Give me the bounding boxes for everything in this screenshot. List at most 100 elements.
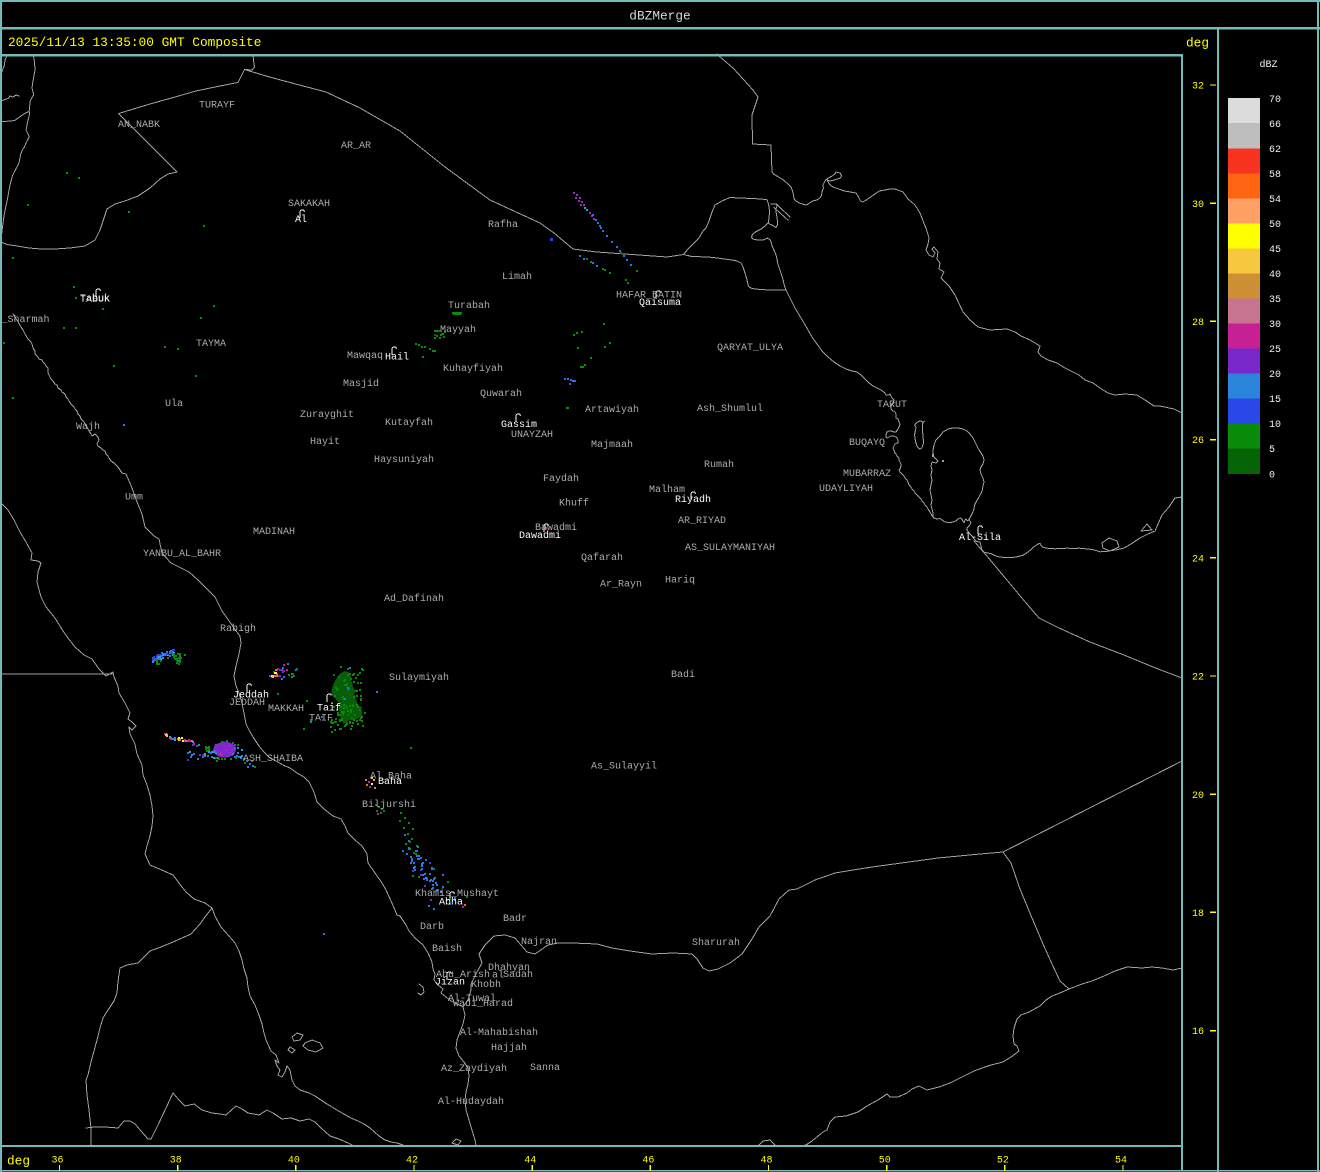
svg-text:15: 15 (1269, 395, 1281, 406)
svg-text:62: 62 (1269, 145, 1281, 156)
svg-text:Ula: Ula (165, 398, 183, 410)
svg-text:45: 45 (1269, 245, 1281, 256)
svg-text:Haysuniyah: Haysuniyah (374, 454, 434, 466)
svg-text:Taif: Taif (317, 703, 341, 715)
svg-text:70: 70 (1269, 95, 1281, 106)
svg-text:16: 16 (1192, 1027, 1204, 1038)
svg-text:Mawqaq: Mawqaq (347, 351, 383, 362)
svg-text:Az_Zaydiyah: Az_Zaydiyah (441, 1063, 507, 1075)
svg-text:Riyadh: Riyadh (675, 494, 711, 506)
svg-text:Umm: Umm (125, 493, 143, 504)
svg-text:Faydah: Faydah (543, 473, 579, 485)
svg-text:SAKAKAH: SAKAKAH (288, 199, 330, 210)
svg-text:Al-Sila: Al-Sila (959, 532, 1001, 544)
svg-text:Hariq: Hariq (665, 575, 695, 587)
svg-text:20: 20 (1269, 370, 1281, 381)
svg-text:MAKKAH: MAKKAH (268, 704, 304, 715)
svg-text:Artawiyah: Artawiyah (585, 404, 639, 416)
svg-text:54: 54 (1115, 1155, 1127, 1166)
svg-text:deg: deg (1186, 36, 1209, 51)
svg-text:36: 36 (51, 1155, 63, 1166)
svg-text:QARYAT_ULYA: QARYAT_ULYA (717, 343, 783, 354)
svg-text:Limah: Limah (502, 271, 532, 283)
svg-text:Ash_Shumlul: Ash_Shumlul (697, 403, 763, 415)
svg-text:_Sharmah: _Sharmah (1, 314, 50, 326)
svg-text:MADINAH: MADINAH (253, 527, 295, 538)
svg-text:10: 10 (1269, 420, 1281, 431)
svg-text:Sanna: Sanna (530, 1063, 560, 1074)
svg-text:18: 18 (1192, 909, 1204, 920)
svg-text:Kutayfah: Kutayfah (385, 417, 433, 429)
svg-text:28: 28 (1192, 318, 1204, 329)
svg-text:TARUT: TARUT (877, 400, 907, 411)
svg-text:Sharurah: Sharurah (692, 937, 740, 949)
svg-text:30: 30 (1269, 320, 1281, 331)
svg-text:Badi: Badi (671, 669, 695, 681)
svg-text:Abha: Abha (439, 897, 463, 909)
svg-text:Sulaymiyah: Sulaymiyah (389, 672, 449, 684)
svg-text:MUBARRAZ: MUBARRAZ (843, 469, 891, 480)
svg-text:Al-Hudaydah: Al-Hudaydah (438, 1096, 504, 1108)
svg-text:24: 24 (1192, 554, 1204, 565)
svg-text:22: 22 (1192, 673, 1204, 684)
svg-text:Rumah: Rumah (704, 459, 734, 471)
svg-text:UDAYLIYAH: UDAYLIYAH (819, 484, 873, 495)
svg-text:ASH_SHAIBA: ASH_SHAIBA (243, 754, 303, 765)
svg-text:Qafarah: Qafarah (581, 552, 623, 564)
svg-text:Tabuk: Tabuk (80, 293, 110, 305)
svg-text:Najran: Najran (521, 936, 557, 948)
svg-text:YANBU_AL_BAHR: YANBU_AL_BAHR (143, 549, 221, 560)
svg-text:Baha: Baha (378, 776, 402, 788)
svg-text:42: 42 (406, 1155, 418, 1166)
svg-text:Khuff: Khuff (559, 498, 589, 510)
svg-text:Al: Al (295, 214, 307, 226)
svg-text:AR_AR: AR_AR (341, 141, 371, 152)
svg-text:Jizan: Jizan (435, 977, 465, 989)
svg-text:32: 32 (1192, 82, 1204, 93)
svg-text:Hayit: Hayit (310, 436, 340, 448)
svg-text:Badr: Badr (503, 913, 527, 925)
svg-text:Rabigh: Rabigh (220, 623, 256, 635)
svg-text:Ad_Dafinah: Ad_Dafinah (384, 593, 444, 605)
svg-text:Jeddah: Jeddah (233, 690, 269, 702)
svg-text:5: 5 (1269, 445, 1275, 456)
svg-text:dBZMerge: dBZMerge (629, 9, 690, 24)
svg-text:35: 35 (1269, 295, 1281, 306)
svg-text:Zurayghit: Zurayghit (300, 409, 354, 421)
svg-text:38: 38 (170, 1155, 182, 1166)
svg-text:2025/11/13 13:35:00 GMT Compos: 2025/11/13 13:35:00 GMT Composite (8, 35, 261, 50)
svg-text:As_Sulayyil: As_Sulayyil (591, 761, 657, 773)
svg-text:TAIF: TAIF (309, 714, 333, 725)
svg-text:Al-Mahabishah: Al-Mahabishah (460, 1027, 538, 1039)
svg-text:AR_RIYAD: AR_RIYAD (678, 516, 726, 527)
svg-text:Masjid: Masjid (343, 378, 379, 390)
svg-text:Turabah: Turabah (448, 300, 490, 312)
svg-text:AS_SULAYMANIYAH: AS_SULAYMANIYAH (685, 543, 775, 554)
svg-text:Rafha: Rafha (488, 219, 518, 231)
svg-text:20: 20 (1192, 791, 1204, 802)
svg-text:deg: deg (7, 1153, 30, 1168)
svg-text:44: 44 (524, 1155, 536, 1166)
svg-text:TURAYF: TURAYF (199, 101, 235, 112)
svg-text:0: 0 (1269, 470, 1275, 481)
svg-text:Kuhayfiyah: Kuhayfiyah (443, 363, 503, 375)
svg-text:25: 25 (1269, 345, 1281, 356)
svg-text:AN_NABK: AN_NABK (118, 120, 160, 131)
svg-text:UNAYZAH: UNAYZAH (511, 430, 553, 441)
svg-text:Majmaah: Majmaah (591, 439, 633, 451)
svg-text:Hail: Hail (385, 352, 409, 364)
svg-text:50: 50 (1269, 220, 1281, 231)
svg-text:46: 46 (642, 1155, 654, 1166)
svg-text:52: 52 (997, 1155, 1009, 1166)
svg-text:50: 50 (879, 1155, 891, 1166)
svg-text:Qaisuma: Qaisuma (639, 297, 681, 309)
svg-text:al: al (492, 970, 504, 982)
svg-text:40: 40 (288, 1155, 300, 1166)
svg-text:Darb: Darb (420, 921, 444, 933)
svg-text:Hajjah: Hajjah (491, 1042, 527, 1054)
svg-text:Mayyah: Mayyah (440, 324, 476, 336)
svg-text:54: 54 (1269, 195, 1281, 206)
svg-text:Ar_Rayn: Ar_Rayn (600, 580, 642, 591)
svg-text:Gassim: Gassim (501, 419, 537, 431)
svg-text:Wadi_Harad: Wadi_Harad (453, 998, 513, 1010)
